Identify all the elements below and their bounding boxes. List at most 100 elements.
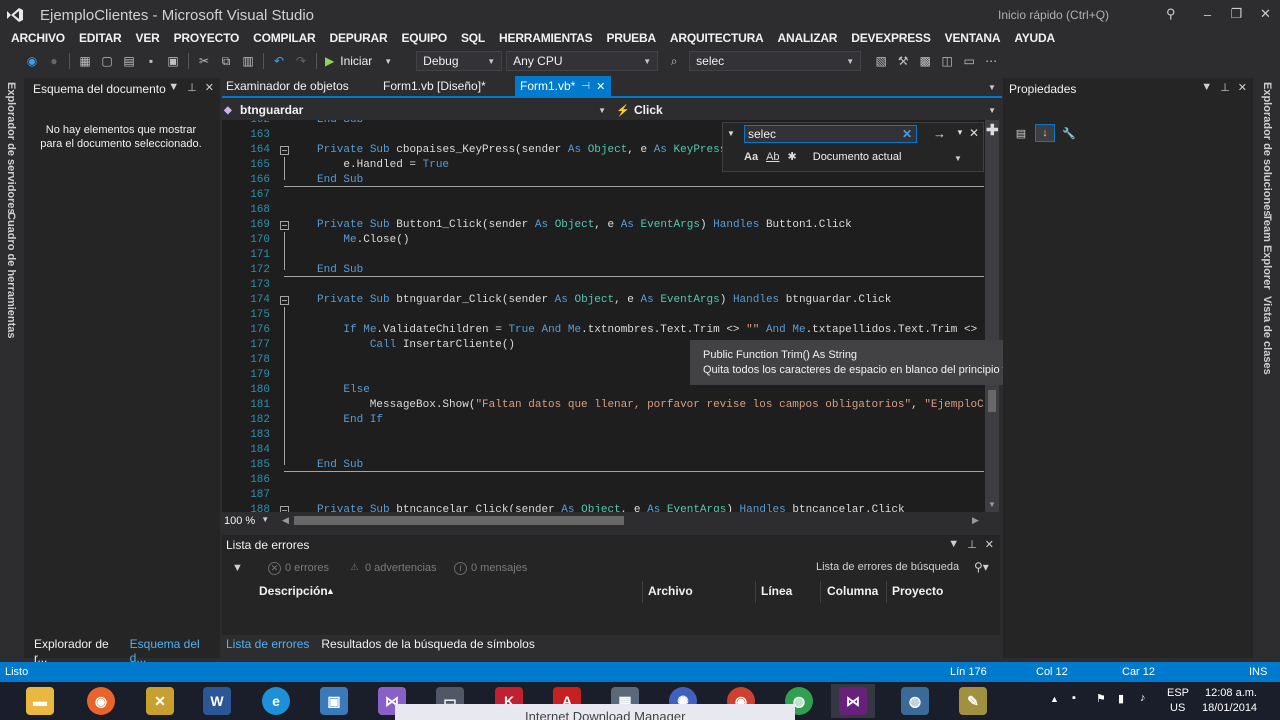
back-icon[interactable]: ◉ [22, 51, 42, 71]
language-indicator[interactable]: ESP [1167, 687, 1189, 699]
chevron-down-icon[interactable]: ▼ [988, 83, 996, 92]
solution-explorer-icon[interactable]: ▧ [871, 51, 891, 71]
column-proyecto[interactable]: Proyecto [892, 584, 943, 598]
scroll-right-icon[interactable]: ▶ [972, 515, 979, 526]
new-project-icon[interactable]: ▦ [75, 51, 95, 71]
tab-symbol-results[interactable]: Resultados de la búsqueda de símbolos [317, 637, 542, 655]
code-line[interactable]: 185 End Sub [222, 458, 992, 473]
class-view-tab[interactable]: Vista de clases [1261, 296, 1273, 375]
redo-icon[interactable]: ↷ [291, 51, 311, 71]
network-app-button[interactable]: ▣ [312, 684, 356, 718]
pin-icon[interactable]: ⊥ [187, 81, 197, 94]
column-columna[interactable]: Columna [827, 584, 878, 598]
scroll-thumb[interactable] [988, 390, 996, 412]
editor-horizontal-scrollbar[interactable] [290, 516, 970, 525]
code-line[interactable]: 173 [222, 278, 992, 293]
column-descripcion[interactable]: Descripción [259, 584, 328, 598]
code-line[interactable]: 169 Private Sub Button1_Click(sender As O… [222, 218, 992, 233]
regex-icon[interactable]: ✱ [788, 150, 797, 163]
chevron-down-icon[interactable]: ▼ [954, 154, 962, 163]
chevron-down-icon[interactable]: ▼ [948, 538, 959, 551]
close-icon[interactable]: ✕ [985, 538, 994, 551]
menu-herramientas[interactable]: HERRAMIENTAS [492, 30, 599, 48]
collapse-icon[interactable] [280, 221, 289, 230]
whole-word-button[interactable]: Ab [766, 151, 779, 163]
add-item-icon[interactable]: ▢ [97, 51, 117, 71]
menu-depurar[interactable]: DEPURAR [323, 30, 395, 48]
find-scope-select[interactable]: Documento actual [813, 151, 902, 163]
find-in-files-icon[interactable]: ⌕ [664, 51, 684, 71]
find-next-icon[interactable]: → [933, 126, 946, 141]
setup-app-button[interactable]: ✎ [951, 684, 995, 718]
tab-error-list[interactable]: Lista de errores [222, 637, 317, 655]
start-page-icon[interactable]: ▭ [959, 51, 979, 71]
network-tool-button[interactable]: ◍ [893, 684, 937, 718]
solution-explorer-tab[interactable]: Explorador de soluciones [1261, 82, 1273, 216]
keyboard-layout[interactable]: US [1170, 702, 1185, 714]
code-line[interactable]: 174 Private Sub btnguardar_Click(sender A… [222, 293, 992, 308]
menu-arquitectura[interactable]: ARQUITECTURA [663, 30, 771, 48]
code-line[interactable]: 171 [222, 248, 992, 263]
code-line[interactable]: 187 [222, 488, 992, 503]
menu-devexpress[interactable]: DEVEXPRESS [844, 30, 937, 48]
minimize-button[interactable]: – [1193, 0, 1222, 28]
clock-time[interactable]: 12:08 a.m. [1205, 687, 1257, 699]
more-icon[interactable]: ⋯ [981, 51, 1001, 71]
save-all-icon[interactable]: ▣ [163, 51, 183, 71]
code-line[interactable]: 181 MessageBox.Show("Faltan datos que ll… [222, 398, 992, 413]
menu-ventana[interactable]: VENTANA [938, 30, 1008, 48]
properties-icon[interactable]: ⚒ [893, 51, 913, 71]
class-selector[interactable]: ◆ btnguardar ▼ [222, 103, 612, 117]
editor-vertical-scrollbar[interactable]: ▼ [985, 120, 999, 512]
column-linea[interactable]: Línea [761, 584, 792, 598]
code-line[interactable]: 170 Me.Close() [222, 233, 992, 248]
toolbox-icon[interactable]: ▩ [915, 51, 935, 71]
undo-icon[interactable]: ↶ [269, 51, 289, 71]
match-case-button[interactable]: Aa [744, 151, 758, 163]
start-button[interactable]: ▶ Iniciar ▼ [325, 54, 392, 68]
chevron-down-icon[interactable]: ▼ [1201, 81, 1212, 94]
menu-ayuda[interactable]: AYUDA [1007, 30, 1062, 48]
code-line[interactable]: 176 If Me.ValidateChildren = True And Me… [222, 323, 992, 338]
volume-icon[interactable]: ♪ [1140, 692, 1146, 704]
code-line[interactable]: 172 End Sub [222, 263, 992, 278]
filter-icon[interactable]: ▼ [232, 562, 243, 574]
tab-form1-design[interactable]: Form1.vb [Diseño]* [378, 76, 515, 96]
property-pages-icon[interactable]: 🔧 [1059, 124, 1079, 142]
tools-app-button[interactable]: ✕ [138, 684, 182, 718]
forward-icon[interactable]: ● [44, 51, 64, 71]
code-line[interactable]: 168 [222, 203, 992, 218]
code-editor[interactable]: 162 End Sub 163 164 Private Sub cbopaises_Ke… [222, 120, 992, 512]
menu-sql[interactable]: SQL [454, 30, 492, 48]
open-file-icon[interactable]: ▤ [119, 51, 139, 71]
close-icon[interactable]: ✕ [969, 126, 979, 140]
menu-prueba[interactable]: PRUEBA [599, 30, 662, 48]
menu-proyecto[interactable]: PROYECTO [167, 30, 247, 48]
menu-compilar[interactable]: COMPILAR [246, 30, 322, 48]
toolbox-tab[interactable]: Cuadro de herramientas [5, 212, 17, 339]
find-combo[interactable]: selec ▼ [689, 51, 862, 71]
copy-icon[interactable]: ⧉ [216, 51, 236, 71]
code-line[interactable]: 167 [222, 188, 992, 203]
split-editor-icon[interactable]: ✚ [986, 121, 999, 139]
member-selector[interactable]: ⚡ Click ▼ [612, 103, 1002, 117]
close-icon[interactable]: ✕ [596, 80, 605, 93]
show-hidden-icons-icon[interactable]: ▲ [1050, 694, 1059, 704]
cut-icon[interactable]: ✂ [194, 51, 214, 71]
solution-config-select[interactable]: Debug ▼ [416, 51, 503, 71]
menu-editar[interactable]: EDITAR [72, 30, 129, 48]
scroll-thumb[interactable] [294, 516, 624, 525]
zoom-select[interactable]: 100 % ▼ [222, 515, 272, 527]
network-tray-icon[interactable]: ▮ [1118, 692, 1124, 705]
tab-object-browser[interactable]: Examinador de objetos [222, 76, 378, 96]
internet-explorer-button[interactable]: e [254, 684, 298, 718]
close-icon[interactable]: ✕ [205, 81, 214, 94]
code-line[interactable]: 180 Else [222, 383, 992, 398]
code-line[interactable]: 182 End If [222, 413, 992, 428]
column-archivo[interactable]: Archivo [648, 584, 693, 598]
paste-icon[interactable]: ▥ [238, 51, 258, 71]
code-line[interactable]: 188 Private Sub btncancelar_Click(sender … [222, 503, 992, 512]
menu-archivo[interactable]: ARCHIVO [0, 30, 72, 48]
scroll-left-icon[interactable]: ◀ [282, 515, 289, 526]
pin-icon[interactable]: ⊥ [967, 538, 977, 551]
